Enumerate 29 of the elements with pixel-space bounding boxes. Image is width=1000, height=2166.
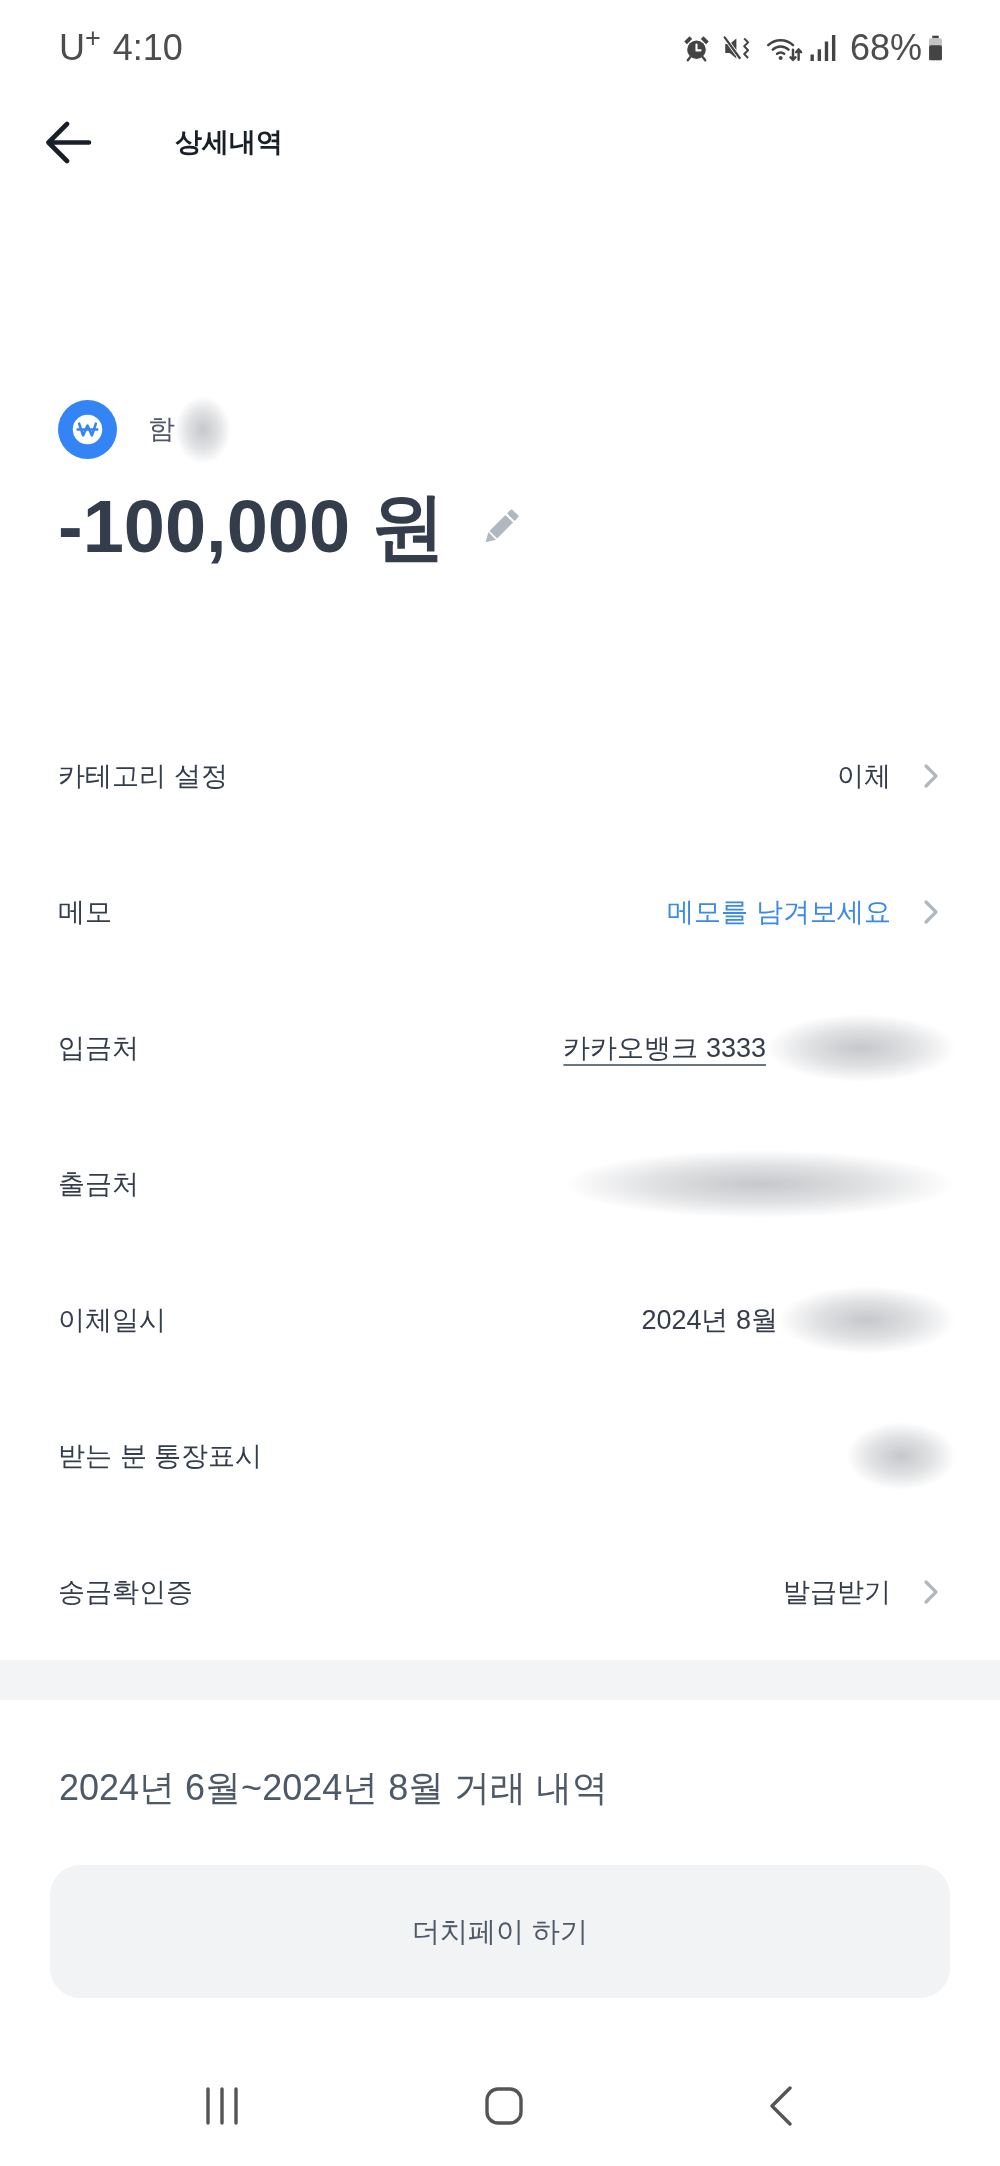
back-arrow-icon[interactable]	[45, 120, 92, 164]
memo-prompt-link[interactable]: 메모를 남겨보세요	[667, 891, 891, 933]
alarm-clock-icon	[681, 34, 711, 62]
back-icon[interactable]	[769, 2086, 793, 2126]
dutch-pay-button[interactable]: 더치페이 하기	[50, 1865, 950, 1998]
battery-icon	[928, 35, 943, 61]
won-coin-icon	[58, 400, 117, 459]
row-value[interactable]: 이체	[837, 755, 891, 797]
row-label: 송금확인증	[58, 1575, 193, 1609]
carrier-label: U$^{+}$	[59, 21, 101, 70]
row-label: 이체일시	[58, 1303, 166, 1337]
row-value[interactable]: 발급받기	[783, 1571, 891, 1613]
payee-name: 함	[148, 413, 175, 447]
clock-time: 4:10	[112, 26, 183, 70]
signal-icon	[808, 35, 838, 61]
home-icon[interactable]	[485, 2087, 523, 2125]
battery-percent: 68%	[849, 26, 922, 70]
row-label: 메모	[58, 895, 112, 929]
page-title: 상세내역	[175, 125, 283, 159]
row-label: 카테고리 설정	[58, 759, 228, 793]
row-label: 받는 분 통장표시	[58, 1439, 262, 1473]
vibrate-muted-icon	[722, 34, 752, 62]
recent-apps-icon[interactable]	[205, 2087, 239, 2125]
history-title: 2024년 6월~2024년 8월 거래 내역	[59, 1766, 609, 1810]
row-label: 입금처	[58, 1031, 139, 1065]
row-label: 출금처	[58, 1167, 139, 1201]
amount: -100,000 원	[58, 484, 445, 570]
row-value: 2024년 8월	[641, 1303, 778, 1337]
account-link[interactable]: 카카오뱅크 3333	[563, 1027, 766, 1069]
